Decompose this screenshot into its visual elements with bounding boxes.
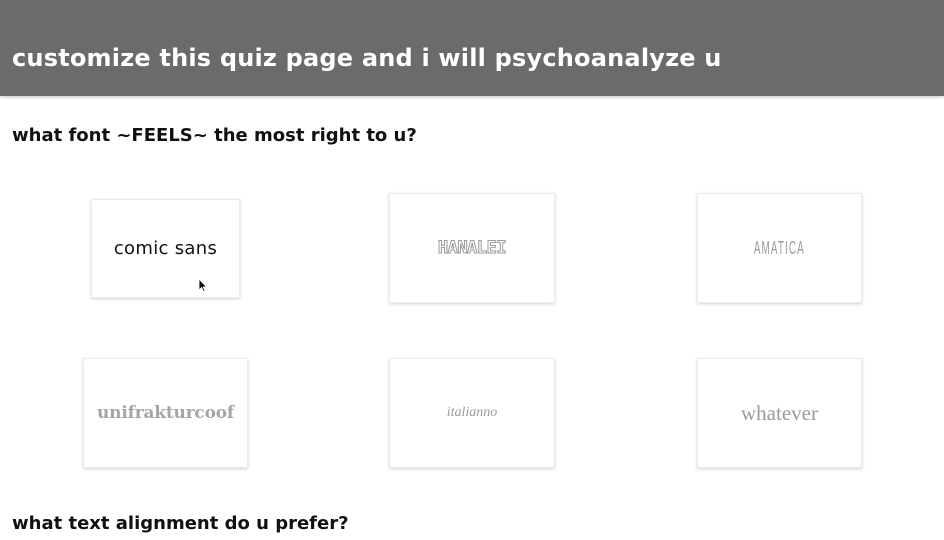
font-option-label: unifrakturcoof: [97, 403, 234, 423]
font-option-italianno[interactable]: italianno: [389, 358, 555, 468]
font-option-label: comic sans: [113, 238, 218, 259]
font-option-hanalei[interactable]: HANALEI: [389, 193, 555, 303]
font-option-label: HANALEI: [437, 238, 507, 259]
font-option-label: AMATICA: [754, 237, 805, 258]
font-option-unifrakturcoof[interactable]: unifrakturcoof: [83, 358, 248, 468]
question-alignment: what text alignment do u prefer?: [12, 513, 349, 534]
question-font: what font ~FEELS~ the most right to u?: [12, 125, 417, 146]
font-option-whatever[interactable]: whatever: [697, 358, 862, 468]
font-option-amatica[interactable]: AMATICA: [697, 193, 862, 303]
page-title: customize this quiz page and i will psyc…: [12, 44, 722, 72]
font-option-label: whatever: [741, 400, 818, 425]
page-header: customize this quiz page and i will psyc…: [0, 0, 944, 96]
font-option-comic-sans[interactable]: comic sans: [91, 199, 240, 298]
font-option-label: italianno: [446, 405, 498, 420]
